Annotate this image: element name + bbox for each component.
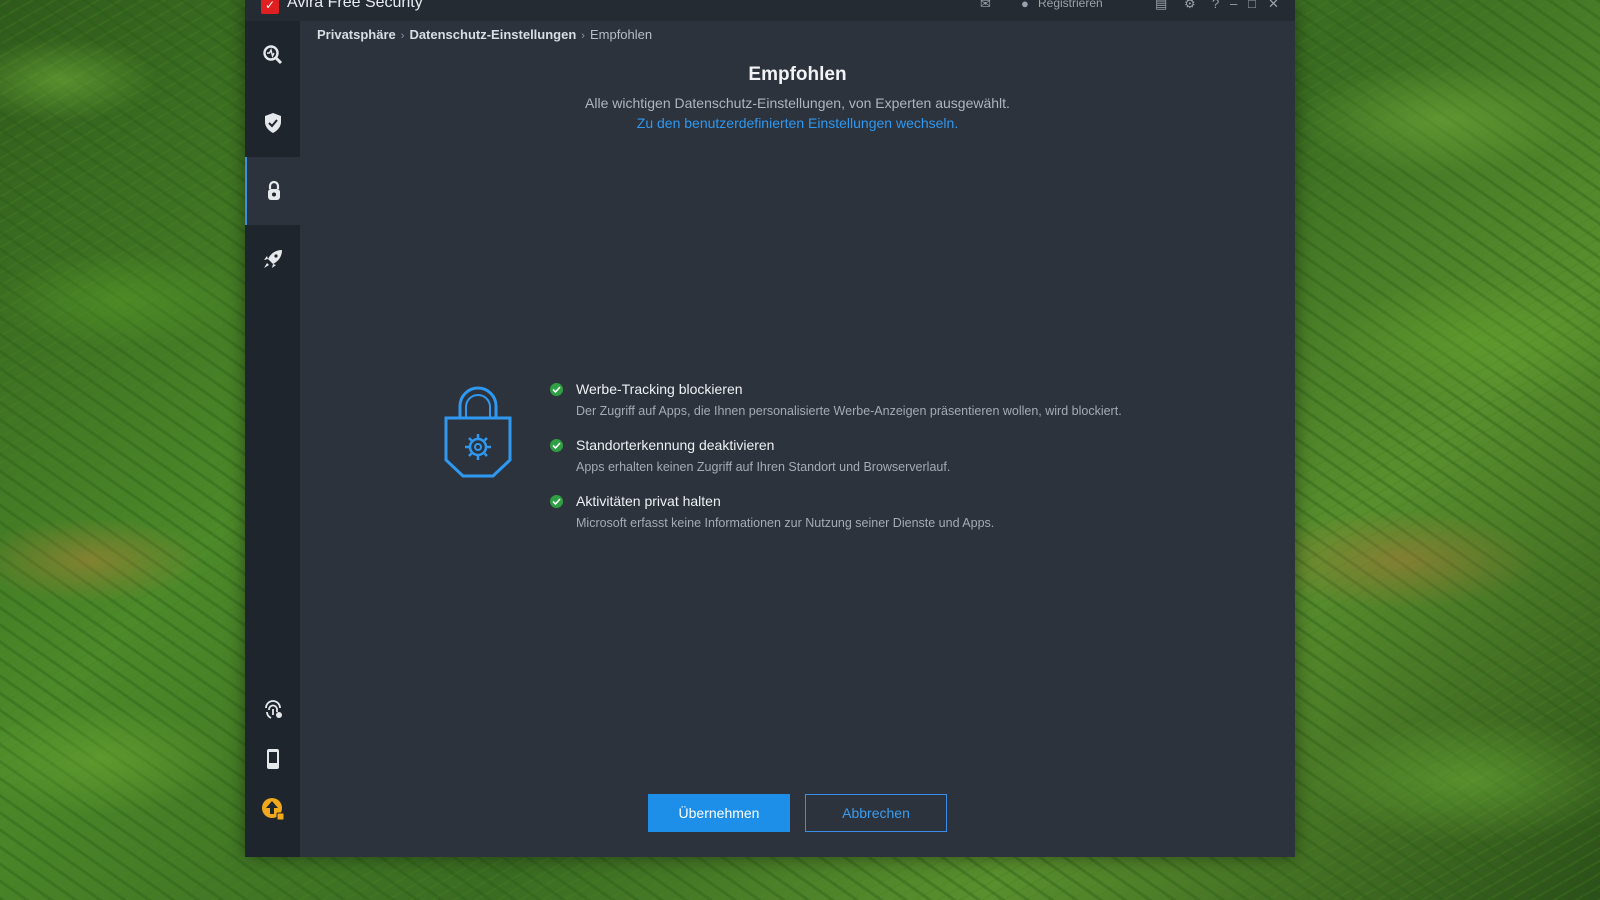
lock-gear-illustration-icon (444, 386, 512, 478)
feature-description: Der Zugriff auf Apps, die Ihnen personal… (576, 404, 1122, 418)
mail-icon[interactable]: ✉ (980, 0, 991, 12)
maximize-icon[interactable]: □ (1248, 0, 1256, 11)
chevron-right-icon: › (581, 30, 585, 42)
identity-fingerprint-icon (264, 700, 282, 719)
sidebar-item-status[interactable] (245, 21, 300, 89)
sidebar-item-security[interactable] (245, 89, 300, 157)
feature-description: Microsoft erfasst keine Informationen zu… (576, 516, 995, 530)
page-title: Empfohlen (748, 64, 847, 85)
breadcrumb-item-privacy[interactable]: Privatsphäre (317, 27, 396, 42)
sidebar (245, 21, 300, 857)
close-icon[interactable]: ✕ (1268, 0, 1279, 12)
page-subtitle: Alle wichtigen Datenschutz-Einstellungen… (585, 95, 1010, 111)
avira-logo-icon: ✓ (261, 0, 279, 14)
custom-settings-link[interactable]: Zu den benutzerdefinierten Einstellungen… (300, 115, 1295, 131)
sidebar-item-identity[interactable] (245, 685, 300, 733)
app-title: Avira Free Security (287, 0, 423, 11)
mobile-icon (266, 749, 279, 769)
chat-icon[interactable]: ▤ (1155, 0, 1167, 12)
apply-button[interactable]: Übernehmen (648, 794, 790, 832)
breadcrumb: Privatsphäre › Datenschutz-Einstellungen › E… (317, 27, 652, 42)
sidebar-item-privacy[interactable] (245, 157, 300, 225)
check-circle-icon (550, 495, 563, 508)
gear-icon[interactable]: ⚙ (1184, 0, 1196, 12)
sidebar-item-upgrade[interactable] (245, 785, 300, 833)
chevron-right-icon: › (400, 30, 405, 42)
main-content: Privatsphäre › Datenschutz-Einstellungen › E… (300, 21, 1295, 857)
status-icon (262, 45, 282, 65)
upgrade-icon (261, 798, 284, 821)
performance-rocket-icon (263, 250, 282, 268)
feature-title: Standorterkennung deaktivieren (576, 437, 775, 453)
security-shield-icon (264, 113, 281, 133)
help-icon[interactable]: ? (1212, 0, 1219, 11)
app-window: ✓ Avira Free Security ✉ ● Registrieren ▤… (245, 0, 1295, 857)
cancel-button[interactable]: Abbrechen (805, 794, 947, 832)
privacy-lock-icon (267, 180, 280, 200)
breadcrumb-item-current: Empfohlen (589, 27, 653, 42)
check-circle-icon (550, 383, 563, 396)
register-link[interactable]: Registrieren (1038, 0, 1103, 10)
feature-title: Werbe-Tracking blockieren (576, 381, 743, 397)
feature-title: Aktivitäten privat halten (576, 493, 721, 509)
user-icon[interactable]: ● (1021, 0, 1029, 11)
check-circle-icon (550, 439, 563, 452)
sidebar-item-mobile[interactable] (245, 737, 300, 781)
breadcrumb-item-privacy-settings[interactable]: Datenschutz-Einstellungen (409, 27, 576, 42)
sidebar-item-performance[interactable] (245, 225, 300, 293)
title-bar: ✓ Avira Free Security ✉ ● Registrieren ▤… (245, 0, 1295, 21)
minimize-icon[interactable]: – (1230, 0, 1237, 11)
feature-description: Apps erhalten keinen Zugriff auf Ihren S… (576, 460, 951, 474)
